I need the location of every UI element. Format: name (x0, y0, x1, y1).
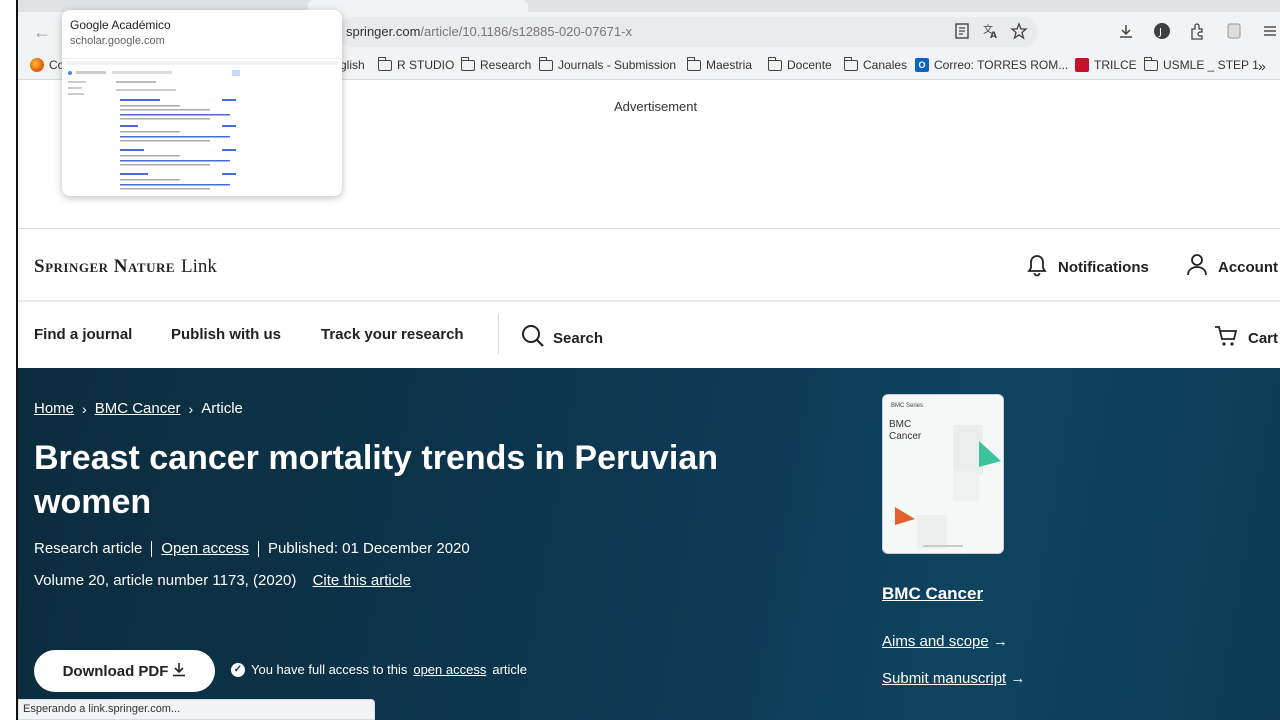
article-title: Breast cancer mortality trends in Peruvi… (34, 439, 719, 521)
active-tab[interactable] (308, 0, 528, 12)
bookmark-folder[interactable]: Research (460, 56, 531, 72)
profile-icon[interactable]: J (1152, 20, 1172, 42)
folder-icon (686, 56, 701, 71)
bookmark-folder[interactable]: Journals - Submission (538, 56, 676, 72)
meta-divider (257, 540, 259, 557)
springer-nature-link-logo[interactable]: Springer Nature Link (34, 256, 217, 278)
chevron-right-icon: › (82, 400, 87, 417)
sidebar-icon[interactable] (1224, 20, 1244, 42)
advertisement-label: Advertisement (614, 99, 698, 114)
folder-icon (1143, 56, 1158, 71)
article-type: Research article (34, 540, 143, 557)
extensions-icon[interactable] (1188, 20, 1208, 42)
download-icon (172, 661, 186, 681)
translate-icon[interactable]: 文A (982, 22, 1000, 41)
bookmark-star-icon[interactable] (1010, 22, 1028, 40)
arrow-right-icon: → (1010, 670, 1026, 687)
folder-icon (843, 56, 858, 71)
bookmark-item[interactable]: O Correo: TORRES ROM... (915, 58, 1068, 72)
meta-divider (151, 540, 153, 557)
svg-text:A: A (990, 31, 997, 40)
tab-hover-preview: Google Académico scholar.google.com (62, 10, 342, 196)
breadcrumb-current: Article (201, 400, 243, 417)
volume-info: Volume 20, article number 1173, (2020) (34, 572, 297, 589)
search-button[interactable]: Search (521, 324, 603, 352)
folder-icon (538, 56, 553, 71)
preview-thumbnail (62, 58, 342, 196)
browser-window: ← springer.com/article/10.1186/s12885-02… (0, 0, 1280, 720)
address-bar[interactable]: springer.com/article/10.1186/s12885-020-… (338, 17, 1038, 47)
bookmark-folder[interactable]: USMLE _ STEP 1 (1143, 56, 1259, 72)
journal-name-link[interactable]: BMC Cancer (882, 584, 983, 604)
breadcrumb: Home › BMC Cancer › Article (34, 400, 243, 417)
publish-with-us-link[interactable]: Publish with us (171, 326, 281, 343)
access-note: ✓ You have full access to this open acce… (231, 662, 527, 677)
chevron-right-icon: › (188, 400, 194, 417)
download-icon[interactable] (1116, 20, 1136, 42)
nav-divider (498, 314, 499, 354)
svg-text:J: J (1158, 27, 1162, 38)
notifications-button[interactable]: Notifications (1026, 253, 1149, 281)
site-header: Springer Nature Link Notifications Accoun… (18, 229, 1280, 302)
bookmark-item[interactable]: glish (340, 58, 365, 72)
download-pdf-label: Download PDF (62, 662, 169, 680)
published-date: Published: 01 December 2020 (267, 540, 470, 557)
folder-icon (460, 56, 475, 71)
breadcrumb-home[interactable]: Home (34, 400, 74, 417)
bookmark-folder[interactable]: Canales (843, 56, 907, 72)
arrow-right-icon: → (992, 633, 1008, 650)
preview-url: scholar.google.com (70, 35, 165, 47)
bell-icon (1026, 253, 1048, 281)
cart-icon (1214, 324, 1238, 352)
article-hero: Home › BMC Cancer › Article Breast cance… (18, 368, 1280, 720)
bookmark-folder[interactable]: Docente (767, 56, 832, 72)
journal-cover[interactable]: BMC Series BMC Cancer (882, 394, 1004, 554)
firefox-icon (30, 58, 44, 72)
bookmarks-overflow-icon[interactable]: » (1258, 58, 1266, 74)
check-circle-icon: ✓ (231, 662, 245, 677)
back-arrow-icon[interactable]: ← (32, 22, 52, 42)
menu-icon[interactable] (1260, 20, 1280, 42)
article-meta: Research article Open access Published: … (34, 540, 470, 557)
main-nav: Find a journal Publish with us Track you… (18, 302, 1280, 368)
track-research-link[interactable]: Track your research (321, 326, 464, 343)
folder-icon (377, 56, 392, 71)
trilce-icon (1075, 58, 1089, 72)
open-access-note-link[interactable]: open access (413, 662, 486, 677)
open-access-link[interactable]: Open access (161, 540, 249, 557)
bookmark-item[interactable]: Co (30, 58, 64, 72)
search-icon (521, 324, 545, 352)
bookmark-item[interactable]: TRILCE (1075, 58, 1137, 72)
preview-title: Google Académico (70, 18, 171, 32)
cart-button[interactable]: Cart (1214, 324, 1278, 352)
browser-status-bar: Esperando a link.springer.com... (18, 699, 375, 720)
download-pdf-button[interactable]: Download PDF (34, 650, 215, 692)
window-edge (0, 0, 18, 720)
account-button[interactable]: Account (1186, 253, 1278, 281)
find-journal-link[interactable]: Find a journal (34, 326, 132, 343)
bookmark-folder[interactable]: Maestria (686, 56, 752, 72)
user-icon (1186, 253, 1208, 281)
breadcrumb-journal[interactable]: BMC Cancer (95, 400, 181, 417)
folder-icon (767, 56, 782, 71)
bookmark-folder[interactable]: R STUDIO (377, 56, 454, 72)
submit-manuscript-link[interactable]: Submit manuscript → (882, 670, 1025, 687)
aims-scope-link[interactable]: Aims and scope → (882, 633, 1008, 650)
outlook-icon: O (915, 58, 929, 72)
cite-article-link[interactable]: Cite this article (313, 572, 411, 589)
article-citation-info: Volume 20, article number 1173, (2020) C… (34, 572, 411, 589)
url-text: springer.com/article/10.1186/s12885-020-… (346, 24, 632, 39)
reader-mode-icon[interactable] (954, 22, 972, 40)
